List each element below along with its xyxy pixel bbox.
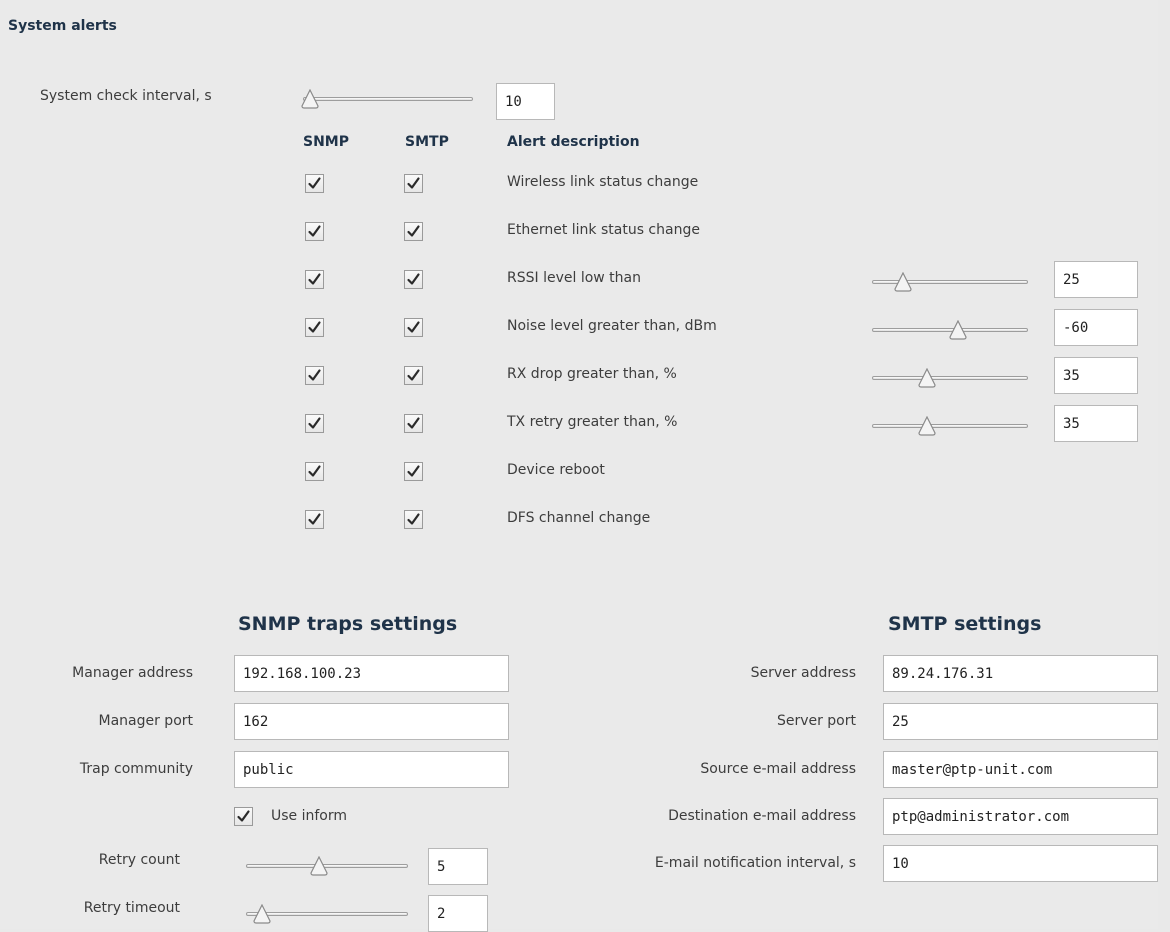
slider-thumb-icon[interactable] (310, 855, 328, 876)
notification-interval-label: E-mail notification interval, s (654, 855, 856, 871)
source-email-label: Source e-mail address (700, 761, 856, 777)
alert-threshold-slider[interactable] (872, 319, 1028, 340)
snmp-alert-checkbox[interactable] (305, 174, 324, 193)
use-inform-label: Use inform (271, 808, 348, 824)
server-port-label: Server port (776, 713, 856, 729)
alert-threshold-slider[interactable] (872, 271, 1028, 292)
snmp-alert-checkbox[interactable] (305, 366, 324, 385)
smtp-alert-checkbox[interactable] (404, 366, 423, 385)
checkmark-icon (406, 176, 421, 191)
alert-threshold-input[interactable]: 25 (1054, 261, 1138, 298)
alert-description-label: Noise level greater than, dBm (507, 318, 717, 334)
alert-description-label: Wireless link status change (507, 174, 699, 190)
use-inform-checkbox[interactable] (234, 807, 253, 826)
slider-track[interactable] (872, 376, 1028, 380)
alert-threshold-input[interactable]: 35 (1054, 357, 1138, 394)
manager-address-input[interactable]: 192.168.100.23 (234, 655, 509, 692)
smtp-settings-title: SMTP settings (888, 613, 1042, 635)
checkmark-icon (307, 416, 322, 431)
checkmark-icon (406, 272, 421, 287)
smtp-alert-checkbox[interactable] (404, 414, 423, 433)
manager-port-label: Manager port (98, 713, 193, 729)
snmp-alert-checkbox[interactable] (305, 414, 324, 433)
alert-description-label: Device reboot (507, 462, 605, 478)
column-smtp: SMTP (405, 134, 449, 150)
system-alerts-panel: System alerts System check interval, s 1… (0, 0, 1158, 932)
column-alert-description: Alert description (507, 134, 640, 150)
checkmark-icon (307, 464, 322, 479)
trap-community-input[interactable]: public (234, 751, 509, 788)
column-snmp: SNMP (303, 134, 349, 150)
snmp-alert-checkbox[interactable] (305, 270, 324, 289)
checkmark-icon (406, 512, 421, 527)
alert-threshold-input[interactable]: -60 (1054, 309, 1138, 346)
checkmark-icon (236, 809, 251, 824)
retry-count-label: Retry count (98, 852, 180, 868)
slider-thumb-icon[interactable] (301, 88, 319, 109)
slider-thumb-icon[interactable] (894, 271, 912, 292)
checkmark-icon (406, 416, 421, 431)
notification-interval-input[interactable]: 10 (883, 845, 1158, 882)
smtp-alert-checkbox[interactable] (404, 510, 423, 529)
server-port-input[interactable]: 25 (883, 703, 1158, 740)
slider-track[interactable] (303, 97, 473, 101)
checkmark-icon (406, 464, 421, 479)
snmp-alert-checkbox[interactable] (305, 318, 324, 337)
alert-description-label: RSSI level low than (507, 270, 641, 286)
alert-threshold-slider[interactable] (872, 415, 1028, 436)
snmp-alert-checkbox[interactable] (305, 510, 324, 529)
check-interval-input[interactable]: 10 (496, 83, 555, 120)
retry-timeout-label: Retry timeout (83, 900, 180, 916)
smtp-alert-checkbox[interactable] (404, 462, 423, 481)
slider-thumb-icon[interactable] (949, 319, 967, 340)
alert-description-label: RX drop greater than, % (507, 366, 677, 382)
alert-description-label: DFS channel change (507, 510, 651, 526)
checkmark-icon (307, 320, 322, 335)
checkmark-icon (406, 368, 421, 383)
server-address-label: Server address (750, 665, 856, 681)
checkmark-icon (307, 512, 322, 527)
checkmark-icon (307, 176, 322, 191)
smtp-alert-checkbox[interactable] (404, 270, 423, 289)
slider-thumb-icon[interactable] (917, 367, 936, 388)
smtp-alert-checkbox[interactable] (404, 222, 423, 241)
alert-description-label: TX retry greater than, % (507, 414, 678, 430)
section-title: System alerts (8, 18, 117, 34)
destination-email-label: Destination e-mail address (668, 808, 856, 824)
snmp-alert-checkbox[interactable] (305, 222, 324, 241)
slider-thumb-icon[interactable] (253, 903, 271, 924)
manager-address-label: Manager address (72, 665, 193, 681)
retry-count-slider[interactable] (246, 855, 408, 876)
server-address-input[interactable]: 89.24.176.31 (883, 655, 1158, 692)
checkmark-icon (307, 224, 322, 239)
alert-threshold-input[interactable]: 35 (1054, 405, 1138, 442)
retry-timeout-input[interactable]: 2 (428, 895, 488, 932)
checkmark-icon (307, 272, 322, 287)
slider-track[interactable] (872, 424, 1028, 428)
snmp-alert-checkbox[interactable] (305, 462, 324, 481)
checkmark-icon (406, 320, 421, 335)
destination-email-input[interactable]: ptp@administrator.com (883, 798, 1158, 835)
check-interval-slider[interactable] (301, 88, 473, 109)
checkmark-icon (406, 224, 421, 239)
retry-count-input[interactable]: 5 (428, 848, 488, 885)
source-email-input[interactable]: master@ptp-unit.com (883, 751, 1158, 788)
manager-port-input[interactable]: 162 (234, 703, 509, 740)
checkmark-icon (307, 368, 322, 383)
snmp-settings-title: SNMP traps settings (238, 613, 458, 635)
trap-community-label: Trap community (79, 761, 193, 777)
alert-threshold-slider[interactable] (872, 367, 1028, 388)
slider-thumb-icon[interactable] (917, 415, 936, 436)
smtp-alert-checkbox[interactable] (404, 318, 423, 337)
alert-description-label: Ethernet link status change (507, 222, 700, 238)
check-interval-label: System check interval, s (40, 88, 212, 104)
retry-timeout-slider[interactable] (246, 903, 408, 924)
smtp-alert-checkbox[interactable] (404, 174, 423, 193)
